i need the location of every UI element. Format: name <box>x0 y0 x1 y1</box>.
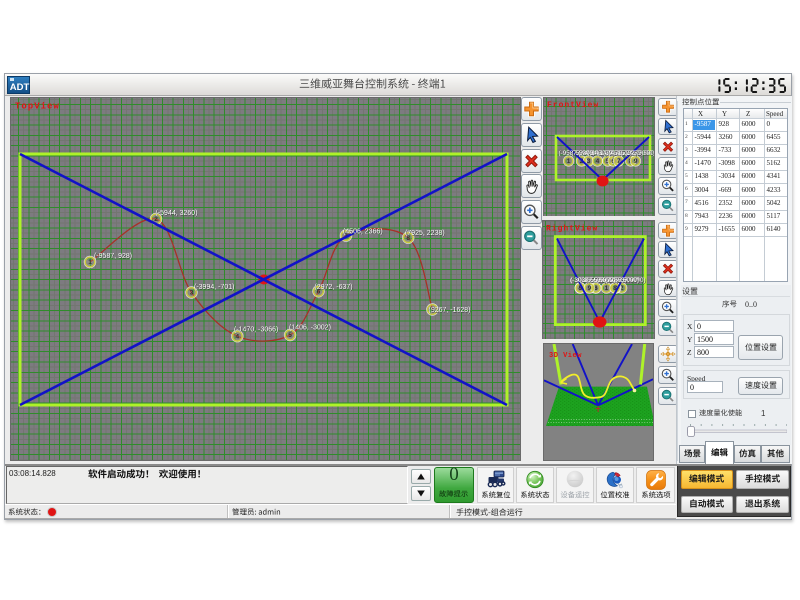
svg-text:(7925, 2238): (7925, 2238) <box>405 230 445 237</box>
svg-text:5: 5 <box>288 332 292 339</box>
svg-text:4: 4 <box>235 333 239 340</box>
svg-text:1: 1 <box>88 259 92 266</box>
svg-text:4: 4 <box>596 158 600 165</box>
svg-text:FrontView: FrontView <box>547 101 599 110</box>
svg-text:(-3994, -701): (-3994, -701) <box>194 284 234 291</box>
svg-text:3D View: 3D View <box>549 352 582 360</box>
svg-text:1: 1 <box>605 285 609 292</box>
svg-text:(9279,6000): (9279,6000) <box>626 150 655 157</box>
svg-text:(-1470, -3066): (-1470, -3066) <box>234 327 278 334</box>
svg-text:(-1655,6000): (-1655,6000) <box>579 277 615 284</box>
svg-text:(1406, -3002): (1406, -3002) <box>289 325 331 332</box>
svg-text:(9267, -1628): (9267, -1628) <box>429 307 471 314</box>
svg-text:TopView: TopView <box>15 102 60 112</box>
svg-text:(-9587, 928): (-9587, 928) <box>94 253 132 260</box>
svg-text:9: 9 <box>634 158 638 165</box>
svg-text:3: 3 <box>587 158 591 165</box>
svg-text:9: 9 <box>588 285 592 292</box>
svg-text:(4506, 2366): (4506, 2366) <box>343 229 383 236</box>
svg-text:1: 1 <box>567 158 571 165</box>
svg-text:(-5944, 3260): (-5944, 3260) <box>156 210 198 217</box>
svg-text:(2972, -637): (2972, -637) <box>315 284 353 291</box>
svg-text:RightView: RightView <box>546 225 598 234</box>
